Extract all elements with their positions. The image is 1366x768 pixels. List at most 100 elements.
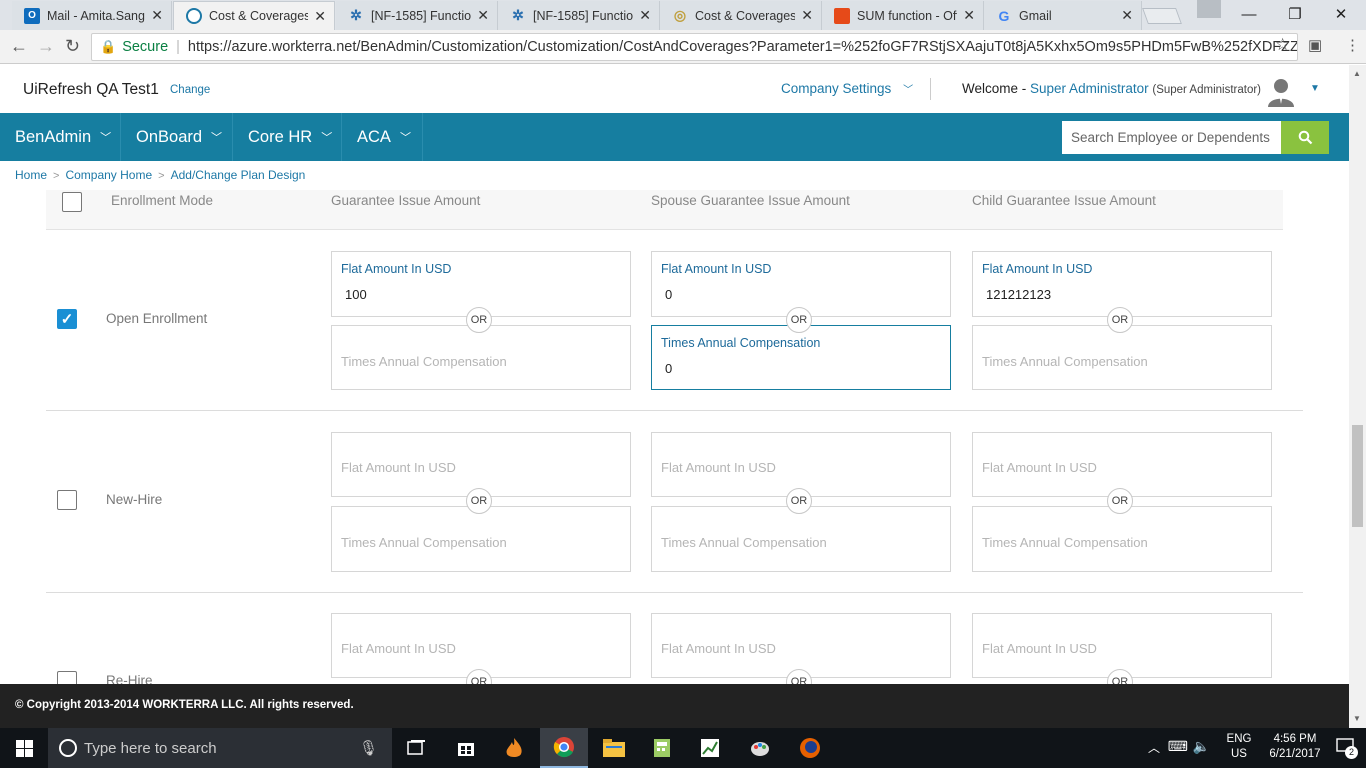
browser-tab-active[interactable]: Cost & Coverages ✕ xyxy=(173,1,335,30)
nav-label: OnBoard xyxy=(136,127,203,146)
page-scrollbar[interactable]: ▲ ▼ xyxy=(1349,65,1366,728)
chrome-taskbar-icon[interactable] xyxy=(540,728,588,768)
store-icon[interactable] xyxy=(442,728,490,768)
tab-label: Gmail xyxy=(1019,8,1052,23)
close-tab-icon[interactable]: ✕ xyxy=(477,7,489,24)
cost-coverages-panel: Enrollment Mode Guarantee Issue Amount S… xyxy=(15,190,1335,684)
windows-start-button[interactable] xyxy=(0,728,48,768)
col-guarantee-issue: Guarantee Issue Amount xyxy=(331,193,481,208)
url-separator: | xyxy=(176,39,180,55)
re-hire-checkbox[interactable] xyxy=(57,671,77,684)
table-header: Enrollment Mode Guarantee Issue Amount S… xyxy=(46,190,1283,230)
child-times-comp-field[interactable]: Times Annual Compensation xyxy=(972,506,1272,572)
browser-tab[interactable]: ◎ Cost & Coverages ✕ xyxy=(660,1,822,30)
guarantee-times-comp-field[interactable]: Times Annual Compensation xyxy=(331,325,631,390)
chevron-down-icon: ﹀ xyxy=(100,132,112,144)
field-placeholder: Times Annual Compensation xyxy=(341,535,507,550)
row-label-new-hire: New-Hire xyxy=(106,492,163,507)
breadcrumb-plan-design[interactable]: Add/Change Plan Design xyxy=(171,168,306,182)
microphone-icon[interactable]: 🎙 xyxy=(359,739,378,757)
minimize-icon[interactable]: — xyxy=(1226,2,1272,26)
nav-aca[interactable]: ACA ﹀ xyxy=(342,113,423,161)
browser-tab[interactable]: G Gmail ✕ xyxy=(984,1,1142,30)
close-tab-icon[interactable]: ✕ xyxy=(314,8,326,25)
company-name: UiRefresh QA Test1 xyxy=(23,81,159,98)
workterra-icon xyxy=(186,8,202,24)
header-divider xyxy=(930,78,931,100)
row-divider xyxy=(46,410,1303,411)
spouse-times-comp-field[interactable]: Times Annual Compensation xyxy=(651,506,951,572)
scrollbar-thumb[interactable] xyxy=(1352,425,1363,527)
browser-tab[interactable]: ✲ [NF-1585] Function ✕ xyxy=(336,1,498,30)
taskbar-search-placeholder: Type here to search xyxy=(84,739,217,757)
menu-icon[interactable]: ⋮ xyxy=(1345,36,1360,54)
field-placeholder: Flat Amount In USD xyxy=(982,460,1097,475)
scroll-up-icon[interactable]: ▲ xyxy=(1353,69,1361,78)
chevron-down-icon: ﹀ xyxy=(903,85,914,96)
extension-icon[interactable]: ▣ xyxy=(1308,36,1322,54)
close-tab-icon[interactable]: ✕ xyxy=(963,7,975,24)
taskbar-search-box[interactable]: Type here to search 🎙 xyxy=(48,728,392,768)
or-divider: OR xyxy=(1107,488,1133,514)
close-tab-icon[interactable]: ✕ xyxy=(1121,7,1133,24)
nav-core-hr[interactable]: Core HR ﹀ xyxy=(233,113,342,161)
new-hire-checkbox[interactable] xyxy=(57,490,77,510)
close-tab-icon[interactable]: ✕ xyxy=(639,7,651,24)
close-tab-icon[interactable]: ✕ xyxy=(801,7,813,24)
tab-label: Mail - Amita.Sanga xyxy=(47,8,146,23)
field-placeholder: Flat Amount In USD xyxy=(982,641,1097,656)
action-center-icon[interactable]: 2 xyxy=(1336,738,1358,759)
breadcrumb-company-home[interactable]: Company Home xyxy=(65,168,152,182)
new-tab-button[interactable] xyxy=(1142,8,1182,24)
jira-icon: ✲ xyxy=(512,7,524,23)
browser-tab[interactable]: O Mail - Amita.Sanga ✕ xyxy=(12,1,172,30)
app-flame-icon[interactable] xyxy=(490,728,538,768)
browser-tab[interactable]: SUM function - Offi ✕ xyxy=(822,1,984,30)
nav-benadmin[interactable]: BenAdmin ﹀ xyxy=(0,113,121,161)
breadcrumb-home[interactable]: Home xyxy=(15,168,47,182)
change-company-link[interactable]: Change xyxy=(170,84,210,96)
scroll-down-icon[interactable]: ▼ xyxy=(1353,714,1361,723)
forward-icon[interactable]: → xyxy=(37,36,55,57)
field-placeholder: Flat Amount In USD xyxy=(661,641,776,656)
user-menu-caret-icon[interactable]: ▼ xyxy=(1310,83,1320,94)
chevron-up-icon[interactable]: ︿ xyxy=(1148,739,1160,756)
employee-search-input[interactable] xyxy=(1062,121,1282,154)
bookmark-star-icon[interactable]: ☆ xyxy=(1275,35,1290,55)
close-window-icon[interactable]: ✕ xyxy=(1318,2,1364,26)
chevron-right-icon: > xyxy=(53,170,60,182)
open-enrollment-checkbox[interactable]: ✓ xyxy=(57,309,77,329)
nav-label: BenAdmin xyxy=(15,127,92,146)
url-text: https://azure.workterra.net/BenAdmin/Cus… xyxy=(187,39,1298,55)
firefox-icon[interactable] xyxy=(786,728,834,768)
select-all-checkbox[interactable] xyxy=(62,192,82,212)
close-tab-icon[interactable]: ✕ xyxy=(151,7,163,24)
guarantee-times-comp-field[interactable]: Times Annual Compensation xyxy=(331,506,631,572)
clock[interactable]: 4:56 PM 6/21/2017 xyxy=(1264,733,1326,760)
browser-tab[interactable]: ✲ [NF-1585] Functio ✕ xyxy=(498,1,660,30)
nav-label: ACA xyxy=(357,127,391,146)
network-icon[interactable]: ⌨ xyxy=(1168,738,1188,755)
volume-muted-icon[interactable]: 🔈 xyxy=(1193,738,1210,755)
nav-onboard[interactable]: OnBoard ﹀ xyxy=(121,113,233,161)
reload-icon[interactable]: ↻ xyxy=(65,36,80,57)
search-button[interactable] xyxy=(1281,121,1329,154)
company-settings-menu[interactable]: Company Settings ﹀ xyxy=(781,81,913,96)
child-times-comp-field[interactable]: Times Annual Compensation xyxy=(972,325,1272,390)
profile-icon[interactable] xyxy=(1197,0,1221,18)
file-explorer-icon[interactable] xyxy=(590,728,638,768)
language-indicator[interactable]: ENG US xyxy=(1224,733,1254,760)
spouse-times-comp-field[interactable]: Times Annual Compensation 0 xyxy=(651,325,951,390)
back-icon[interactable]: ← xyxy=(10,36,28,57)
company-settings-label: Company Settings xyxy=(781,81,892,96)
user-name-link[interactable]: Super Administrator xyxy=(1030,81,1149,96)
paint-app-icon[interactable] xyxy=(736,728,784,768)
chart-app-icon[interactable] xyxy=(686,728,734,768)
page-footer: © Copyright 2013-2014 WORKTERRA LLC. All… xyxy=(0,684,1349,728)
calculator-app-icon[interactable] xyxy=(638,728,686,768)
restore-icon[interactable]: ❐ xyxy=(1272,2,1318,26)
avatar-icon[interactable] xyxy=(1265,75,1297,107)
task-view-icon[interactable] xyxy=(392,728,440,768)
copyright-text: © Copyright 2013-2014 WORKTERRA LLC. All… xyxy=(15,699,354,711)
url-field[interactable]: 🔒 Secure | https://azure.workterra.net/B… xyxy=(91,33,1298,61)
